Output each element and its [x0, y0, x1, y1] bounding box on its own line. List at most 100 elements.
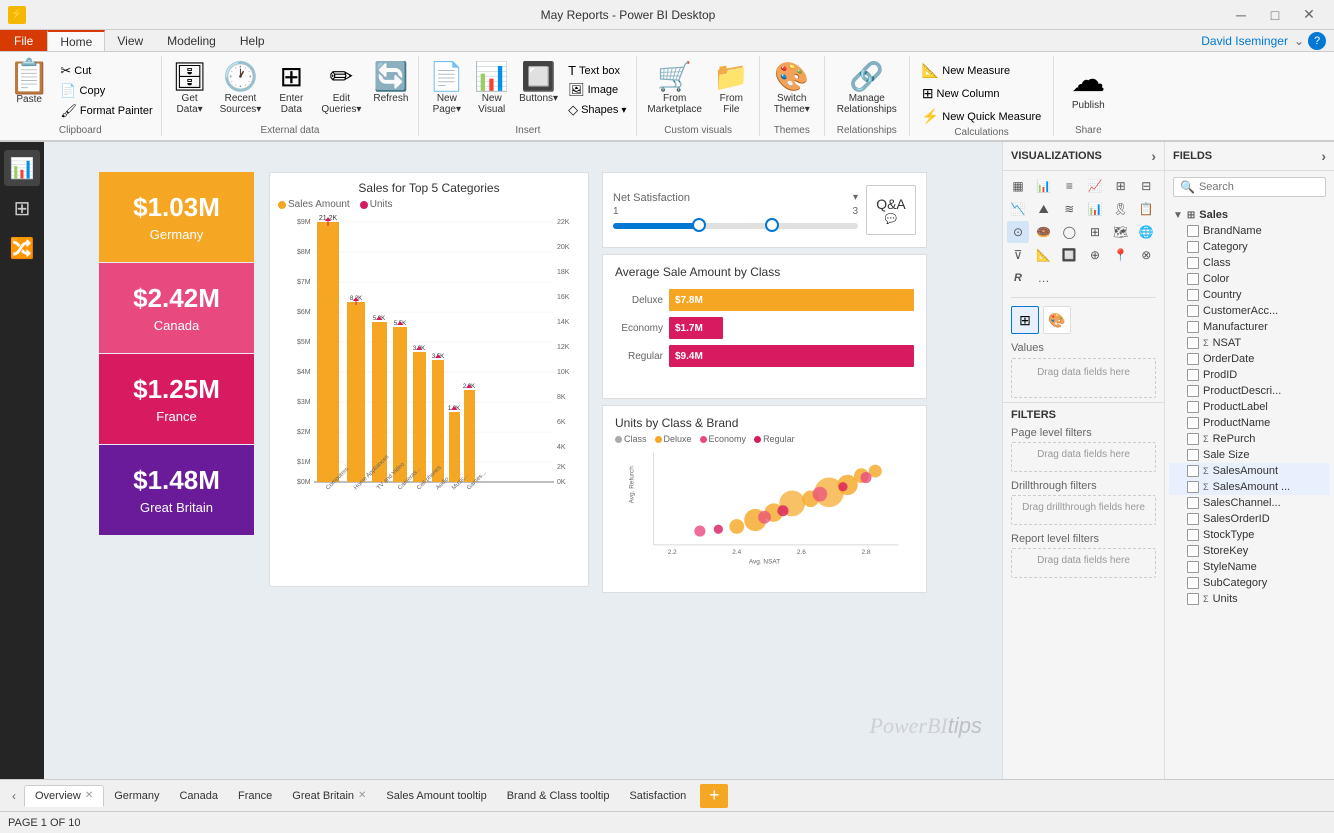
- viz-format-icon[interactable]: 🎨: [1043, 306, 1071, 334]
- paste-button[interactable]: 📋 Paste: [4, 58, 54, 107]
- drag-page-area[interactable]: Drag data fields here: [1011, 442, 1156, 472]
- field-customeracc[interactable]: CustomerAcc...: [1169, 303, 1330, 319]
- shapes-button[interactable]: ◇ Shapes ▾: [564, 101, 630, 119]
- sidebar-icon-report[interactable]: 📊: [4, 150, 40, 186]
- maximize-button[interactable]: □: [1258, 4, 1292, 26]
- viz-icon-card[interactable]: 🔲: [1058, 244, 1080, 266]
- field-class[interactable]: Class: [1169, 255, 1330, 271]
- field-stocktype[interactable]: StockType: [1169, 527, 1330, 543]
- add-page-button[interactable]: +: [700, 784, 728, 808]
- viz-icon-gauge[interactable]: 📐: [1033, 244, 1055, 266]
- tab-modeling[interactable]: Modeling: [155, 30, 228, 51]
- from-marketplace-button[interactable]: 🛒 From Marketplace: [643, 58, 705, 117]
- viz-icon-custom-r[interactable]: R: [1007, 267, 1029, 289]
- viz-icon-more[interactable]: …: [1033, 267, 1055, 289]
- tab-home[interactable]: Home: [47, 30, 105, 51]
- image-button[interactable]: 🖼 Image: [564, 81, 630, 99]
- field-saleschannel[interactable]: SalesChannel...: [1169, 495, 1330, 511]
- field-salesamount[interactable]: Σ SalesAmount: [1169, 463, 1330, 479]
- from-file-button[interactable]: 📁 From File: [710, 58, 753, 117]
- viz-icon-line-col[interactable]: 📊: [1084, 198, 1106, 220]
- tab-canada[interactable]: Canada: [169, 786, 228, 806]
- get-data-button[interactable]: 🗄 Get Data▾: [168, 58, 212, 117]
- viz-icon-stacked-bar[interactable]: ▦: [1007, 175, 1029, 197]
- field-stylename[interactable]: StyleName: [1169, 559, 1330, 575]
- field-productlabel[interactable]: ProductLabel: [1169, 399, 1330, 415]
- kpi-card-france[interactable]: $1.25M France: [99, 354, 254, 444]
- field-country[interactable]: Country: [1169, 287, 1330, 303]
- new-visual-button[interactable]: 📊 New Visual: [470, 58, 513, 117]
- qa-button[interactable]: Q&A 💬: [866, 185, 916, 235]
- tab-scroll-left[interactable]: ‹: [4, 784, 24, 808]
- viz-icon-ribbon[interactable]: 🎗: [1110, 198, 1132, 220]
- tab-view[interactable]: View: [105, 30, 155, 51]
- drag-report-area[interactable]: Drag data fields here: [1011, 548, 1156, 578]
- viz-icon-donut[interactable]: ◯: [1058, 221, 1080, 243]
- text-box-button[interactable]: T Text box: [564, 62, 630, 79]
- viz-icon-filled-map[interactable]: 🌐: [1135, 221, 1157, 243]
- field-nsat[interactable]: Σ NSAT: [1169, 335, 1330, 351]
- recent-sources-button[interactable]: 🕐 Recent Sources▾: [216, 58, 266, 117]
- close-button[interactable]: ✕: [1292, 4, 1326, 26]
- user-expand-icon[interactable]: ⌄: [1294, 30, 1308, 51]
- viz-icon-treemap[interactable]: ⊞: [1084, 221, 1106, 243]
- file-tab[interactable]: File: [0, 30, 47, 51]
- viz-icon-matrix[interactable]: ⊟: [1135, 175, 1157, 197]
- viz-icon-100bar[interactable]: ≡: [1058, 175, 1080, 197]
- field-color[interactable]: Color: [1169, 271, 1330, 287]
- tab-germany[interactable]: Germany: [104, 786, 169, 806]
- buttons-button[interactable]: 🔲 Buttons▾: [515, 58, 562, 106]
- new-quick-measure-button[interactable]: ⚡ New Quick Measure: [916, 106, 1047, 127]
- fields-chevron[interactable]: ›: [1321, 148, 1326, 164]
- tab-great-britain[interactable]: Great Britain ✕: [282, 786, 376, 806]
- publish-button[interactable]: ☁ Publish: [1062, 58, 1114, 113]
- viz-icon-line[interactable]: 📉: [1007, 198, 1029, 220]
- field-orderdate[interactable]: OrderDate: [1169, 351, 1330, 367]
- enter-data-button[interactable]: ⊞ Enter Data: [269, 58, 313, 117]
- field-units[interactable]: Σ Units: [1169, 591, 1330, 607]
- tab-help[interactable]: Help: [228, 30, 277, 51]
- tab-overview[interactable]: Overview ✕: [24, 785, 104, 807]
- fields-search-input[interactable]: [1199, 181, 1334, 193]
- viz-icon-map[interactable]: 🗺: [1110, 221, 1132, 243]
- field-category[interactable]: Category: [1169, 239, 1330, 255]
- viz-fields-icon[interactable]: ⊞: [1011, 306, 1039, 334]
- viz-icon-kpi[interactable]: 📍: [1110, 244, 1132, 266]
- tab-france[interactable]: France: [228, 786, 282, 806]
- viz-icon-stacked-area[interactable]: ≋: [1058, 198, 1080, 220]
- refresh-button[interactable]: 🔄 Refresh: [369, 58, 412, 106]
- manage-relationships-button[interactable]: 🔗 Manage Relationships: [831, 58, 903, 117]
- field-productname[interactable]: ProductName: [1169, 415, 1330, 431]
- viz-icon-area[interactable]: ⛰: [1033, 198, 1055, 220]
- new-page-button[interactable]: 📄 New Page▾: [425, 58, 468, 117]
- field-manufacturer[interactable]: Manufacturer: [1169, 319, 1330, 335]
- field-salesamount2[interactable]: Σ SalesAmount ...: [1169, 479, 1330, 495]
- viz-icon-pie[interactable]: 🍩: [1033, 221, 1055, 243]
- tree-group-header-sales[interactable]: ▼ ⊞ Sales: [1169, 207, 1330, 223]
- format-painter-button[interactable]: 🖌 Format Painter: [56, 102, 156, 120]
- sidebar-icon-data[interactable]: ⊞: [4, 190, 40, 226]
- field-productdescri[interactable]: ProductDescri...: [1169, 383, 1330, 399]
- cut-button[interactable]: ✂ Cut: [56, 62, 156, 80]
- viz-chevron[interactable]: ›: [1151, 148, 1156, 164]
- tab-brand-class-tooltip[interactable]: Brand & Class tooltip: [497, 786, 620, 806]
- field-prodid[interactable]: ProdID: [1169, 367, 1330, 383]
- viz-icon-scatter[interactable]: ⊙: [1007, 221, 1029, 243]
- tab-sales-tooltip[interactable]: Sales Amount tooltip: [376, 786, 496, 806]
- edit-queries-button[interactable]: ✏ Edit Queries▾: [317, 58, 365, 117]
- tab-overview-close[interactable]: ✕: [85, 790, 93, 801]
- slider[interactable]: [613, 223, 858, 229]
- new-measure-button[interactable]: 📐 New Measure: [916, 60, 1047, 81]
- kpi-card-great-britain[interactable]: $1.48M Great Britain: [99, 445, 254, 535]
- tab-great-britain-close[interactable]: ✕: [358, 790, 366, 801]
- kpi-card-germany[interactable]: $1.03M Germany: [99, 172, 254, 262]
- field-subcategory[interactable]: SubCategory: [1169, 575, 1330, 591]
- field-repurch[interactable]: Σ RePurch: [1169, 431, 1330, 447]
- field-salesize[interactable]: Sale Size: [1169, 447, 1330, 463]
- field-brandname[interactable]: BrandName: [1169, 223, 1330, 239]
- minimize-button[interactable]: ─: [1224, 4, 1258, 26]
- field-salesorderid[interactable]: SalesOrderID: [1169, 511, 1330, 527]
- viz-icon-waterfall[interactable]: 📋: [1135, 198, 1157, 220]
- field-storekey[interactable]: StoreKey: [1169, 543, 1330, 559]
- sidebar-icon-relationships[interactable]: 🔀: [4, 230, 40, 266]
